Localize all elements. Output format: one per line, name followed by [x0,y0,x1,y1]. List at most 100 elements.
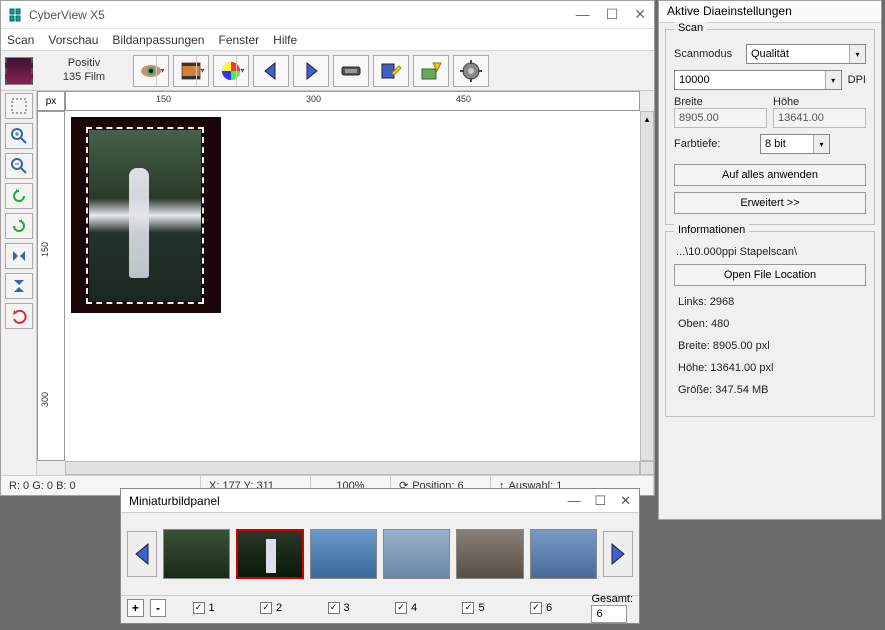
settings-gear-button[interactable] [453,55,489,87]
scan-group-legend: Scan [674,22,707,34]
eye-dropdown-icon[interactable]: ▾ [156,56,168,86]
erweitert-button[interactable]: Erweitert >> [674,192,866,214]
farbtiefe-value: 8 bit [765,138,786,150]
film-type: Positiv [37,57,131,70]
app-title: CyberView X5 [29,8,105,22]
crop-selection[interactable] [86,127,204,304]
rotate-right-button[interactable] [5,213,33,239]
app-icon [9,8,23,22]
thumb-check-4[interactable]: ✓4 [395,602,450,614]
thumb-check-3[interactable]: ✓3 [328,602,383,614]
flip-h-button[interactable] [5,243,33,269]
export-button[interactable] [413,55,449,87]
hoehe-label: Höhe [773,96,866,108]
thumb-next-button[interactable] [603,531,633,577]
ruler-horizontal: 150 300 450 [65,91,640,111]
zoom-out-button[interactable] [5,153,33,179]
filmstrip-dropdown-icon[interactable]: ▾ [196,56,208,86]
filmstrip-button[interactable]: ▾ [173,55,209,87]
film-thumb-icon[interactable] [5,57,33,85]
info-oben: Oben: 480 [678,318,862,330]
thumb-close-button[interactable]: ✕ [620,493,631,509]
thumbnail-title: Miniaturbildpanel [129,494,220,508]
thumbnail-panel: Miniaturbildpanel — ☐ ✕ + - ✓1 ✓2 ✓3 ✓4 … [120,488,640,624]
menu-scan[interactable]: Scan [7,33,34,47]
thumb-maximize-button[interactable]: ☐ [594,493,606,509]
thumbnail-6[interactable] [530,529,597,579]
side-panel-title: Aktive Diaeinstellungen [659,1,881,23]
chevron-down-icon: ▾ [849,45,865,63]
gesamt-label: Gesamt: [591,593,633,605]
thumbnail-2[interactable] [236,529,303,579]
thumbnail-4[interactable] [383,529,450,579]
thumb-check-5[interactable]: ✓5 [462,602,517,614]
scanmodus-label: Scanmodus [674,48,740,60]
preview-canvas[interactable] [65,111,640,461]
vertical-scrollbar[interactable]: ▴ [640,111,654,461]
thumbnail-1[interactable] [163,529,230,579]
menubar: Scan Vorschau Bildanpassungen Fenster Hi… [1,29,654,51]
dpi-value: 10000 [679,74,710,86]
eye-button[interactable]: ▾ [133,55,169,87]
menu-fenster[interactable]: Fenster [218,33,259,47]
menu-vorschau[interactable]: Vorschau [48,33,98,47]
add-thumb-button[interactable]: + [127,599,144,617]
breite-label: Breite [674,96,767,108]
thumbnail-row [121,513,639,595]
slide-frame [71,117,221,313]
prev-arrow-button[interactable] [253,55,289,87]
side-panel: Aktive Diaeinstellungen Scan Scanmodus Q… [658,0,882,520]
info-groesse: Größe: 347.54 MB [678,384,862,396]
info-links: Links: 2968 [678,296,862,308]
info-hoehe: Höhe: 13641.00 pxl [678,362,862,374]
scanmodus-value: Qualität [751,48,789,60]
thumb-check-1[interactable]: ✓1 [193,602,248,614]
info-group: Informationen ...\10.000ppi Stapelscan\ … [665,231,875,417]
chevron-down-icon: ▾ [813,135,829,153]
zoom-in-button[interactable] [5,123,33,149]
window-controls: — ☐ ✕ [576,6,646,23]
toolbar: Positiv 135 Film ▾ ▾ ▾ [1,51,654,91]
horizontal-scrollbar[interactable] [65,461,640,475]
main-window: CyberView X5 — ☐ ✕ Scan Vorschau Bildanp… [0,0,655,496]
open-file-location-button[interactable]: Open File Location [674,264,866,286]
next-arrow-button[interactable] [293,55,329,87]
flip-v-button[interactable] [5,273,33,299]
thumb-check-6[interactable]: ✓6 [530,602,585,614]
close-button[interactable]: ✕ [634,6,646,23]
color-dropdown-icon[interactable]: ▾ [236,56,248,86]
ruler-vertical: 150 300 [37,111,65,461]
info-breite: Breite: 8905.00 pxl [678,340,862,352]
canvas-area: px 150 300 450 150 300 ▴ [37,91,654,475]
apply-all-button[interactable]: Auf alles anwenden [674,164,866,186]
hoehe-input: 13641.00 [773,108,866,128]
thumbnail-5[interactable] [456,529,523,579]
ruler-tick: 300 [306,94,321,104]
thumb-minimize-button[interactable]: — [567,493,580,509]
thumb-check-2[interactable]: ✓2 [260,602,315,614]
rotate-left-button[interactable] [5,183,33,209]
scanner-button[interactable] [333,55,369,87]
chevron-down-icon: ▾ [825,71,841,89]
menu-bildanpassungen[interactable]: Bildanpassungen [112,33,204,47]
left-toolbar [1,91,37,475]
scanmodus-select[interactable]: Qualität ▾ [746,44,866,64]
ruler-tick: 450 [456,94,471,104]
maximize-button[interactable]: ☐ [606,6,619,23]
color-wheel-button[interactable]: ▾ [213,55,249,87]
marquee-tool-button[interactable] [5,93,33,119]
dpi-select[interactable]: 10000 ▾ [674,70,842,90]
minimize-button[interactable]: — [576,6,590,23]
thumb-prev-button[interactable] [127,531,157,577]
undo-button[interactable] [5,303,33,329]
scan-group: Scan Scanmodus Qualität ▾ 10000 ▾ DPI Br… [665,29,875,225]
workspace: px 150 300 450 150 300 ▴ [1,91,654,475]
ruler-unit[interactable]: px [37,91,65,111]
menu-hilfe[interactable]: Hilfe [273,33,297,47]
thumbnail-3[interactable] [310,529,377,579]
edit-film-button[interactable] [373,55,409,87]
farbtiefe-select[interactable]: 8 bit ▾ [760,134,830,154]
thumbnail-titlebar: Miniaturbildpanel — ☐ ✕ [121,489,639,513]
remove-thumb-button[interactable]: - [150,599,167,617]
ruler-tick: 150 [40,242,50,257]
